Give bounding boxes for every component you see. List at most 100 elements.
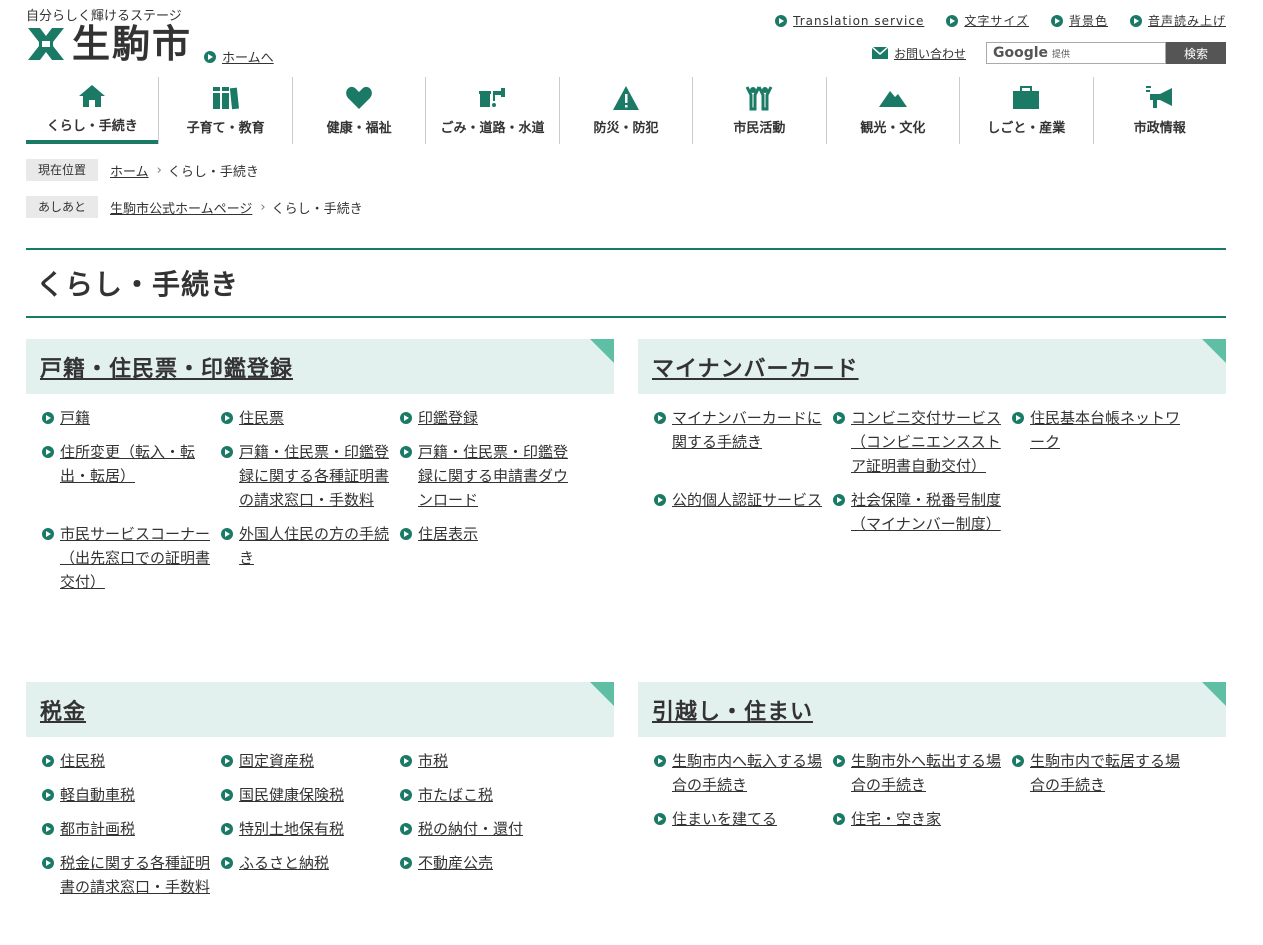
section-links: 住民税 固定資産税 市税 軽自動車税 国民健康保険税 市たばこ税 都市計画税 特… — [26, 737, 614, 899]
arrow-bullet-icon — [221, 789, 233, 801]
nav-item-childcare[interactable]: 子育て・教育 — [158, 77, 291, 144]
nav-item-civic[interactable]: 市民活動 — [692, 77, 825, 144]
arrow-bullet-icon — [654, 412, 666, 424]
section-link[interactable]: 住居表示 — [400, 522, 579, 594]
nav-item-infrastructure[interactable]: ごみ・道路・水道 — [425, 77, 558, 144]
mountain-icon — [878, 91, 907, 107]
section-link[interactable]: 戸籍・住民票・印鑑登録に関する各種証明書の請求窓口・手数料 — [221, 440, 400, 512]
nav-item-living[interactable]: くらし・手続き — [26, 77, 159, 144]
nav-item-tourism[interactable]: 観光・文化 — [825, 77, 959, 144]
section-link[interactable]: 都市計画税 — [42, 817, 221, 841]
section-title-link[interactable]: 税金 — [40, 694, 86, 726]
breadcrumb-label: 現在位置 — [26, 159, 98, 181]
arrow-bullet-icon — [42, 446, 54, 458]
section-link[interactable]: 市税 — [400, 749, 579, 773]
arrow-bullet-icon — [221, 528, 233, 540]
mail-icon — [871, 47, 888, 59]
arrow-bullet-icon — [42, 528, 54, 540]
section-link[interactable]: 生駒市内で転居する場合の手続き — [1012, 749, 1191, 797]
text-to-speech-link[interactable]: 音声読み上げ — [1129, 12, 1226, 29]
arrow-bullet-icon — [400, 789, 412, 801]
section-link[interactable]: 不動産公売 — [400, 851, 579, 899]
nav-label: 健康・福祉 — [326, 121, 392, 136]
arrow-bullet-icon — [42, 789, 54, 801]
contact-link[interactable]: お問い合わせ — [871, 45, 966, 62]
section-link[interactable]: 外国人住民の方の手続き — [221, 522, 400, 594]
arrow-bullet-icon — [1012, 412, 1024, 424]
nav-label: 観光・文化 — [860, 121, 926, 136]
section-link[interactable]: ふるさと納税 — [221, 851, 400, 899]
section-link[interactable]: 生駒市内へ転入する場合の手続き — [654, 749, 833, 797]
nav-label: くらし・手続き — [46, 119, 138, 134]
section-link[interactable]: 特別土地保有税 — [221, 817, 400, 841]
briefcase-icon — [1013, 86, 1040, 109]
section-link[interactable]: 戸籍 — [42, 406, 221, 430]
city-emblem-icon — [28, 28, 64, 60]
nav-label: 子育て・教育 — [186, 121, 265, 136]
section-header: 税金 — [26, 682, 614, 737]
arrow-bullet-icon — [400, 857, 412, 869]
arrow-bullet-icon — [1012, 755, 1024, 767]
nav-item-disaster[interactable]: 防災・防犯 — [558, 77, 692, 144]
section-link[interactable]: 戸籍・住民票・印鑑登録に関する申請書ダウンロード — [400, 440, 579, 512]
section-link[interactable]: 税の納付・還付 — [400, 817, 579, 841]
nav-item-government[interactable]: 市政情報 — [1092, 77, 1226, 144]
site-logo[interactable]: 生駒市 — [26, 22, 192, 66]
section-title-link[interactable]: 引越し・住まい — [652, 694, 813, 726]
nav-item-health[interactable]: 健康・福祉 — [291, 77, 425, 144]
section-my-number-card: マイナンバーカード マイナンバーカードに関する手続き コンビニ交付サービス（コン… — [638, 339, 1226, 682]
section-title-link[interactable]: 戸籍・住民票・印鑑登録 — [40, 351, 293, 383]
section-family-register: 戸籍・住民票・印鑑登録 戸籍 住民票 印鑑登録 住所変更（転入・転出・転居） 戸… — [26, 339, 614, 682]
section-link[interactable]: マイナンバーカードに関する手続き — [654, 406, 833, 478]
section-title-link[interactable]: マイナンバーカード — [652, 351, 859, 383]
page-title-bar: くらし・手続き — [26, 248, 1226, 318]
section-link[interactable]: 生駒市外へ転出する場合の手続き — [833, 749, 1012, 797]
home-icon — [79, 85, 106, 107]
section-link[interactable]: 国民健康保険税 — [221, 783, 400, 807]
heart-icon — [346, 86, 372, 109]
section-header: マイナンバーカード — [638, 339, 1226, 394]
section-link[interactable]: 社会保障・税番号制度（マイナンバー制度） — [833, 488, 1012, 536]
section-link[interactable]: 住民票 — [221, 406, 400, 430]
home-link[interactable]: ホームへ — [204, 47, 274, 66]
corner-decoration — [1202, 339, 1226, 363]
arrow-bullet-icon — [833, 755, 845, 767]
section-link[interactable]: 固定資産税 — [221, 749, 400, 773]
section-link[interactable]: 公的個人認証サービス — [654, 488, 833, 536]
arrow-bullet-icon — [400, 755, 412, 767]
footprint-home-link[interactable]: 生駒市公式ホームページ — [110, 198, 252, 217]
section-link[interactable]: 住所変更（転入・転出・転居） — [42, 440, 221, 512]
translation-link[interactable]: Translation service — [775, 12, 924, 29]
corner-decoration — [1202, 682, 1226, 706]
section-link[interactable]: 住宅・空き家 — [833, 807, 1012, 831]
nav-item-business[interactable]: しごと・産業 — [959, 77, 1092, 144]
arrow-bullet-icon — [833, 813, 845, 825]
nav-label: 防災・防犯 — [593, 121, 659, 136]
section-link[interactable]: 印鑑登録 — [400, 406, 579, 430]
megaphone-icon — [1145, 86, 1172, 108]
arrow-bullet-icon — [775, 14, 788, 27]
font-size-link[interactable]: 文字サイズ — [946, 12, 1029, 29]
site-header: 自分らしく輝けるステージ 生駒市 ホームへ Translation servic… — [26, 0, 1226, 76]
section-taxes: 税金 住民税 固定資産税 市税 軽自動車税 国民健康保険税 市たばこ税 都市計画… — [26, 682, 614, 899]
section-link[interactable]: 住民税 — [42, 749, 221, 773]
section-link[interactable]: 住まいを建てる — [654, 807, 833, 831]
arrow-bullet-icon — [1129, 14, 1142, 27]
section-link[interactable]: 住民基本台帳ネットワーク — [1012, 406, 1191, 478]
arrow-bullet-icon — [221, 755, 233, 767]
section-link[interactable]: コンビニ交付サービス（コンビニエンスストア証明書自動交付） — [833, 406, 1012, 478]
search-input[interactable]: Google 提供 — [986, 42, 1166, 64]
section-link[interactable]: 市民サービスコーナー（出先窓口での証明書交付） — [42, 522, 221, 594]
arrow-bullet-icon — [221, 857, 233, 869]
section-link[interactable]: 軽自動車税 — [42, 783, 221, 807]
page-title: くらし・手続き — [36, 268, 240, 301]
search-brand-suffix: 提供 — [1052, 49, 1071, 60]
breadcrumb-home-link[interactable]: ホーム — [110, 161, 149, 180]
section-link[interactable]: 市たばこ税 — [400, 783, 579, 807]
search-button[interactable]: 検索 — [1166, 42, 1226, 64]
section-link[interactable]: 税金に関する各種証明書の請求窓口・手数料 — [42, 851, 221, 899]
section-header: 戸籍・住民票・印鑑登録 — [26, 339, 614, 394]
section-moving-housing: 引越し・住まい 生駒市内へ転入する場合の手続き 生駒市外へ転出する場合の手続き … — [638, 682, 1226, 899]
background-color-link[interactable]: 背景色 — [1050, 12, 1108, 29]
arrow-bullet-icon — [833, 494, 845, 506]
